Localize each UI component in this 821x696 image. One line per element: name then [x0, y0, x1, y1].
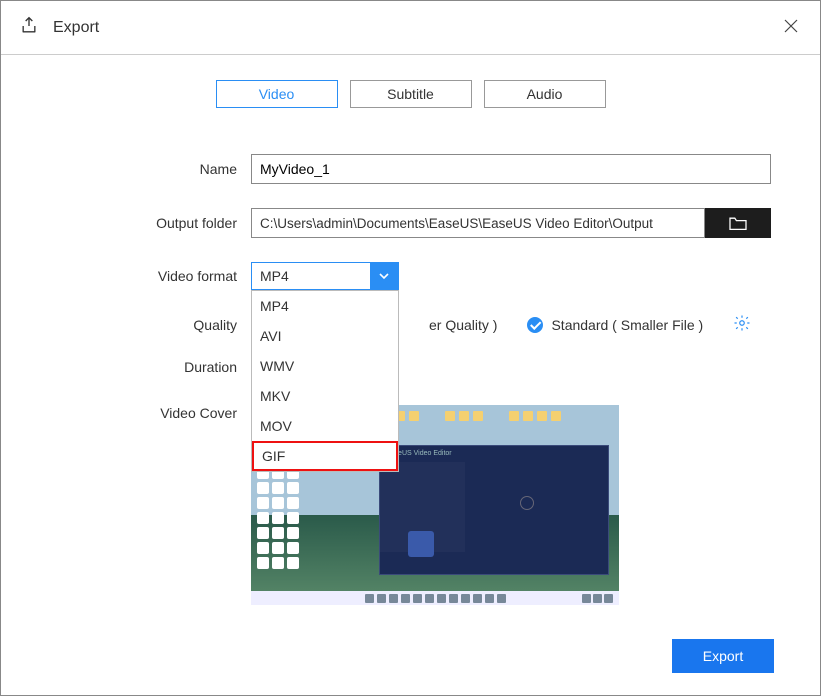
format-option-gif[interactable]: GIF [252, 441, 398, 471]
format-option-mov[interactable]: MOV [252, 411, 398, 441]
tab-audio[interactable]: Audio [484, 80, 606, 108]
output-path-display: C:\Users\admin\Documents\EaseUS\EaseUS V… [251, 208, 705, 238]
name-label: Name [41, 161, 251, 177]
video-format-select[interactable]: MP4 MP4 AVI WMV MKV MOV GIF [251, 262, 399, 290]
format-selected-value: MP4 [252, 268, 370, 284]
name-input[interactable] [251, 154, 771, 184]
field-output-folder: Output folder C:\Users\admin\Documents\E… [41, 208, 780, 238]
titlebar: Export [1, 1, 820, 55]
export-icon [19, 16, 39, 39]
format-option-avi[interactable]: AVI [252, 321, 398, 351]
desktop-taskbar [251, 591, 619, 605]
format-option-mp4[interactable]: MP4 [252, 291, 398, 321]
duration-label: Duration [41, 359, 251, 375]
quality-high-option[interactable]: er Quality ) [429, 317, 497, 333]
gear-icon [733, 314, 751, 332]
video-cover-label: Video Cover [41, 399, 251, 421]
tabs: Video Subtitle Audio [41, 80, 780, 108]
folder-icon [728, 215, 748, 231]
field-video-cover: Video Cover EaseUS Vide [41, 399, 780, 605]
quality-standard-text: Standard ( Smaller File ) [551, 317, 703, 333]
browse-button[interactable] [705, 208, 771, 238]
tab-video[interactable]: Video [216, 80, 338, 108]
format-option-mkv[interactable]: MKV [252, 381, 398, 411]
field-quality: Quality er Quality ) Standard ( Smaller … [41, 314, 780, 335]
export-button[interactable]: Export [672, 639, 774, 673]
desktop-left-icons [257, 467, 307, 569]
video-format-label: Video format [41, 268, 251, 284]
radio-checked-icon [527, 317, 543, 333]
quality-high-text-fragment: er Quality ) [429, 317, 497, 333]
chevron-down-icon [370, 262, 398, 290]
field-video-format: Video format MP4 MP4 AVI WMV MKV MOV GIF [41, 262, 780, 290]
format-option-wmv[interactable]: WMV [252, 351, 398, 381]
settings-button[interactable] [733, 314, 751, 335]
field-duration: Duration [41, 359, 780, 375]
tab-subtitle[interactable]: Subtitle [350, 80, 472, 108]
dialog-body: Video Subtitle Audio Name Output folder … [1, 55, 820, 605]
overlay-app-window: EaseUS Video Editor [379, 445, 609, 575]
quality-label: Quality [41, 317, 251, 333]
close-button[interactable] [784, 19, 798, 38]
output-folder-label: Output folder [41, 215, 251, 231]
format-dropdown: MP4 AVI WMV MKV MOV GIF [251, 290, 399, 472]
field-name: Name [41, 154, 780, 184]
dialog-title: Export [53, 19, 99, 37]
quality-standard-option[interactable]: Standard ( Smaller File ) [527, 317, 703, 333]
desktop-top-icons [381, 411, 561, 421]
